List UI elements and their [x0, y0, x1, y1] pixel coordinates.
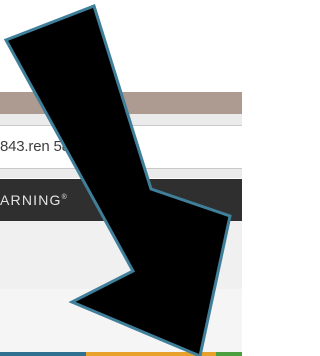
arrow-down-right-icon: [3, 4, 232, 356]
arrow-overlay: [3, 4, 232, 356]
screenshot-page: 843.ren 58930/Staf ARNING®: [0, 0, 242, 356]
